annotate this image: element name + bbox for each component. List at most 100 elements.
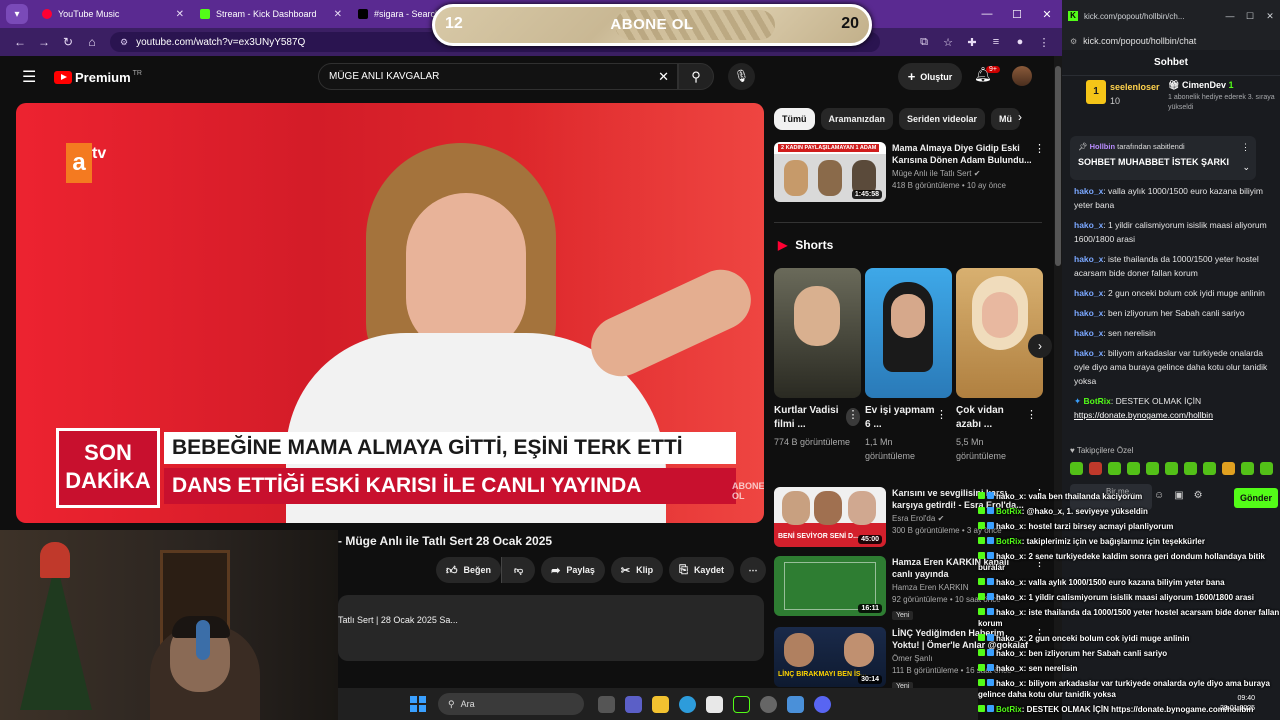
emote-icon[interactable] xyxy=(1070,462,1083,475)
reload-icon[interactable]: ↻ xyxy=(56,35,80,49)
app-icon[interactable] xyxy=(760,695,777,713)
chat-username[interactable]: hako_x xyxy=(1074,308,1103,318)
short-thumbnail[interactable] xyxy=(865,268,952,398)
youtube-logo[interactable]: Premium TR xyxy=(54,70,142,85)
chip-from-search[interactable]: Aramanızdan xyxy=(820,108,894,130)
close-icon[interactable]: ✕ xyxy=(334,9,342,20)
emote-icon[interactable] xyxy=(1108,462,1121,475)
close-window-icon[interactable]: ✕ xyxy=(1032,8,1062,21)
chat-username[interactable]: hako_x xyxy=(1074,288,1103,298)
system-clock[interactable]: 09:40 28.01.2025 xyxy=(1220,694,1255,714)
file-explorer-icon[interactable] xyxy=(652,695,669,713)
taskbar-search[interactable]: ⚲ Ara xyxy=(438,693,584,715)
emote-icon[interactable] xyxy=(1127,462,1140,475)
chat-username[interactable]: hako_x xyxy=(1074,348,1103,358)
more-icon[interactable]: ⋮ xyxy=(936,408,947,421)
menu-icon[interactable]: ☰ xyxy=(22,67,42,87)
video-player[interactable]: a tv SON DAKİKA BEBEĞİNE MAMA ALMAYA GİT… xyxy=(16,103,764,523)
extensions-icon[interactable]: ✚ xyxy=(960,36,984,49)
video-thumbnail[interactable]: 2 KADIN PAYLAŞILAMAYAN 1 ADAM 1:45:58 xyxy=(774,142,886,202)
shorts-next-button[interactable]: › xyxy=(1028,334,1052,358)
browser-menu-icon[interactable]: ⋮ xyxy=(1032,36,1056,49)
clip-button[interactable]: ✂ Klip xyxy=(610,557,664,583)
subscribe-watermark[interactable]: ABONE OL xyxy=(732,481,764,501)
voice-search-button[interactable]: 🎙︎ xyxy=(728,63,755,90)
forward-icon[interactable]: → xyxy=(32,35,56,49)
badge-icon xyxy=(987,522,994,529)
media-icon[interactable]: ≡ xyxy=(984,36,1008,49)
close-icon[interactable]: ✕ xyxy=(176,9,184,20)
emote-icon[interactable] xyxy=(1222,462,1235,475)
short-title[interactable]: Kurtlar Vadisi filmi ... xyxy=(774,404,846,432)
windows-start-icon[interactable] xyxy=(410,696,426,712)
emote-icon[interactable] xyxy=(1165,462,1178,475)
more-icon[interactable]: ⋮ xyxy=(1026,408,1037,421)
tab-kick-dashboard[interactable]: Stream - Kick Dashboard ✕ xyxy=(192,0,350,28)
maximize-icon[interactable]: ☐ xyxy=(1002,8,1032,21)
emote-icon[interactable] xyxy=(1184,462,1197,475)
more-icon[interactable]: ⋮ xyxy=(1241,142,1250,153)
short-title[interactable]: Ev işi yapmam 6 ... xyxy=(865,404,937,432)
chrome-icon[interactable] xyxy=(679,695,696,713)
search-input[interactable]: MÜGE ANLI KAVGALAR ✕ xyxy=(318,63,678,90)
short-title[interactable]: Çok vidan azabı ... xyxy=(956,404,1028,432)
leader-name[interactable]: CimenDev xyxy=(1182,80,1226,90)
scrollbar-thumb[interactable] xyxy=(1055,66,1061,266)
video-thumbnail[interactable]: 16:11 xyxy=(774,556,886,616)
chip-more[interactable]: Mü xyxy=(991,108,1021,130)
site-info-icon[interactable]: ⚙ xyxy=(120,37,128,48)
more-icon[interactable]: ⋮ xyxy=(846,408,860,426)
save-button[interactable]: ⎘ Kaydet xyxy=(669,557,734,583)
profile-icon[interactable]: ● xyxy=(1008,36,1032,49)
store-icon[interactable] xyxy=(706,695,723,713)
short-thumbnail[interactable] xyxy=(774,268,861,398)
kick-app-icon[interactable] xyxy=(733,695,750,713)
like-button[interactable]: 👍︎ Beğen xyxy=(436,557,502,583)
tab-youtube-music[interactable]: YouTube Music ✕ xyxy=(34,0,192,28)
avatar[interactable] xyxy=(1012,66,1032,86)
back-icon[interactable]: ← xyxy=(8,35,32,49)
pinned-message[interactable]: 📌︎ Hollbin tarafından sabitlendi SOHBET … xyxy=(1070,136,1256,180)
kick-url-bar[interactable]: ⚙ kick.com/popout/hollbin/chat xyxy=(1062,32,1280,50)
dislike-button[interactable]: 👎︎ xyxy=(501,557,536,583)
install-icon[interactable]: ⧉ xyxy=(912,36,936,49)
tab-search-button[interactable]: ▾ xyxy=(6,4,28,24)
app-icon[interactable] xyxy=(787,695,804,713)
minimize-icon[interactable]: — xyxy=(972,8,1002,20)
more-icon[interactable]: ⋮ xyxy=(1034,142,1045,155)
minimize-icon[interactable]: — xyxy=(1220,11,1240,22)
share-button[interactable]: ➦ Paylaş xyxy=(541,557,605,583)
leader-name[interactable]: seelenloser xyxy=(1110,82,1160,92)
teams-icon[interactable] xyxy=(625,695,642,713)
emote-icon[interactable] xyxy=(1260,462,1273,475)
clear-search-icon[interactable]: ✕ xyxy=(658,69,669,85)
emote-icon[interactable] xyxy=(1203,462,1216,475)
recommended-video[interactable]: 2 KADIN PAYLAŞILAMAYAN 1 ADAM 1:45:58 Ma… xyxy=(774,142,1046,202)
search-button[interactable]: ⚲ xyxy=(678,63,714,90)
short-thumbnail[interactable] xyxy=(956,268,1043,398)
chat-username[interactable]: hako_x xyxy=(1074,254,1103,264)
chip-series[interactable]: Seriden videolar xyxy=(899,108,986,130)
video-thumbnail[interactable]: BENİ SEVİYOR SENİ D... 45:00 xyxy=(774,487,886,547)
donate-link[interactable]: https://donate.bynogame.com/hollbin xyxy=(1074,410,1213,420)
video-thumbnail[interactable]: LİNÇ BIRAKMAYI BEN İS... 30:14 xyxy=(774,627,886,687)
chevron-right-icon[interactable]: › xyxy=(1018,110,1022,124)
chip-all[interactable]: Tümü xyxy=(774,108,815,130)
site-info-icon[interactable]: ⚙ xyxy=(1070,37,1077,46)
maximize-icon[interactable]: ☐ xyxy=(1240,11,1260,22)
more-actions-button[interactable]: ⋯ xyxy=(739,557,766,583)
emote-icon[interactable] xyxy=(1146,462,1159,475)
emote-icon[interactable] xyxy=(1089,462,1102,475)
task-view-icon[interactable] xyxy=(598,695,615,713)
chat-username[interactable]: hako_x xyxy=(1074,186,1103,196)
chat-username[interactable]: hako_x xyxy=(1074,328,1103,338)
emote-icon[interactable] xyxy=(1241,462,1254,475)
chevron-down-icon[interactable]: ⌄ xyxy=(1242,162,1250,173)
home-icon[interactable]: ⌂ xyxy=(80,35,104,49)
chat-username[interactable]: hako_x xyxy=(1074,220,1103,230)
bookmark-star-icon[interactable]: ☆ xyxy=(936,36,960,49)
create-button[interactable]: + Oluştur xyxy=(898,63,962,90)
discord-icon[interactable] xyxy=(814,695,831,713)
chat-username[interactable]: BotRix xyxy=(1084,396,1111,406)
close-window-icon[interactable]: ✕ xyxy=(1260,11,1280,22)
